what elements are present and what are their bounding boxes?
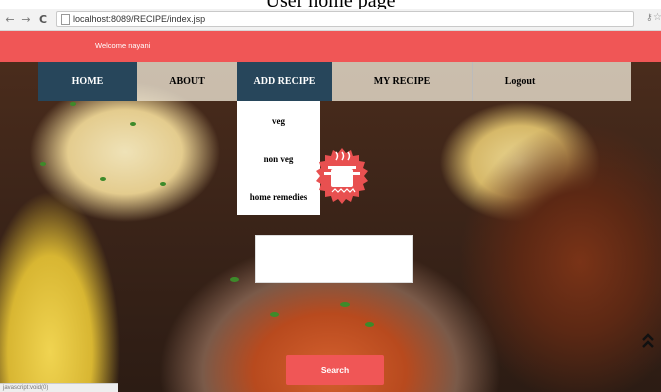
status-bar: javascript:void(0)	[0, 383, 118, 392]
double-chevron-up-icon[interactable]	[641, 332, 655, 350]
forward-arrow-icon[interactable]: →	[20, 12, 32, 27]
address-bar[interactable]: localhost:8089/RECIPE/index.jsp	[56, 11, 634, 27]
cooking-pot-logo-icon	[316, 148, 368, 204]
nav-add-recipe[interactable]: ADD RECIPE	[237, 62, 332, 101]
dropdown-item-veg[interactable]: veg	[237, 116, 320, 126]
nav-about[interactable]: ABOUT	[137, 62, 237, 101]
nav-logout[interactable]: Logout	[473, 62, 567, 101]
nav-home[interactable]: HOME	[38, 62, 137, 101]
add-recipe-dropdown: veg non veg home remedies	[237, 101, 320, 215]
welcome-text: Welcome nayani	[95, 41, 151, 50]
search-input[interactable]	[255, 235, 413, 283]
reload-icon[interactable]: C	[37, 12, 49, 27]
dropdown-item-non-veg[interactable]: non veg	[237, 154, 320, 164]
back-arrow-icon[interactable]: ←	[4, 12, 16, 27]
main-navigation: HOME ABOUT ADD RECIPE MY RECIPE Logout	[38, 62, 631, 101]
welcome-bar: Welcome nayani	[0, 31, 661, 62]
page-icon	[61, 14, 70, 25]
key-icon[interactable]: ⚷	[646, 13, 653, 23]
nav-my-recipe[interactable]: MY RECIPE	[332, 62, 472, 101]
address-url[interactable]: localhost:8089/RECIPE/index.jsp	[73, 12, 205, 26]
search-button[interactable]: Search	[286, 355, 384, 385]
dropdown-item-home-remedies[interactable]: home remedies	[237, 192, 320, 202]
hero-background-image	[0, 62, 661, 392]
star-icon[interactable]: ☆	[653, 12, 661, 23]
browser-toolbar: ← → C localhost:8089/RECIPE/index.jsp ⚷ …	[0, 9, 661, 31]
